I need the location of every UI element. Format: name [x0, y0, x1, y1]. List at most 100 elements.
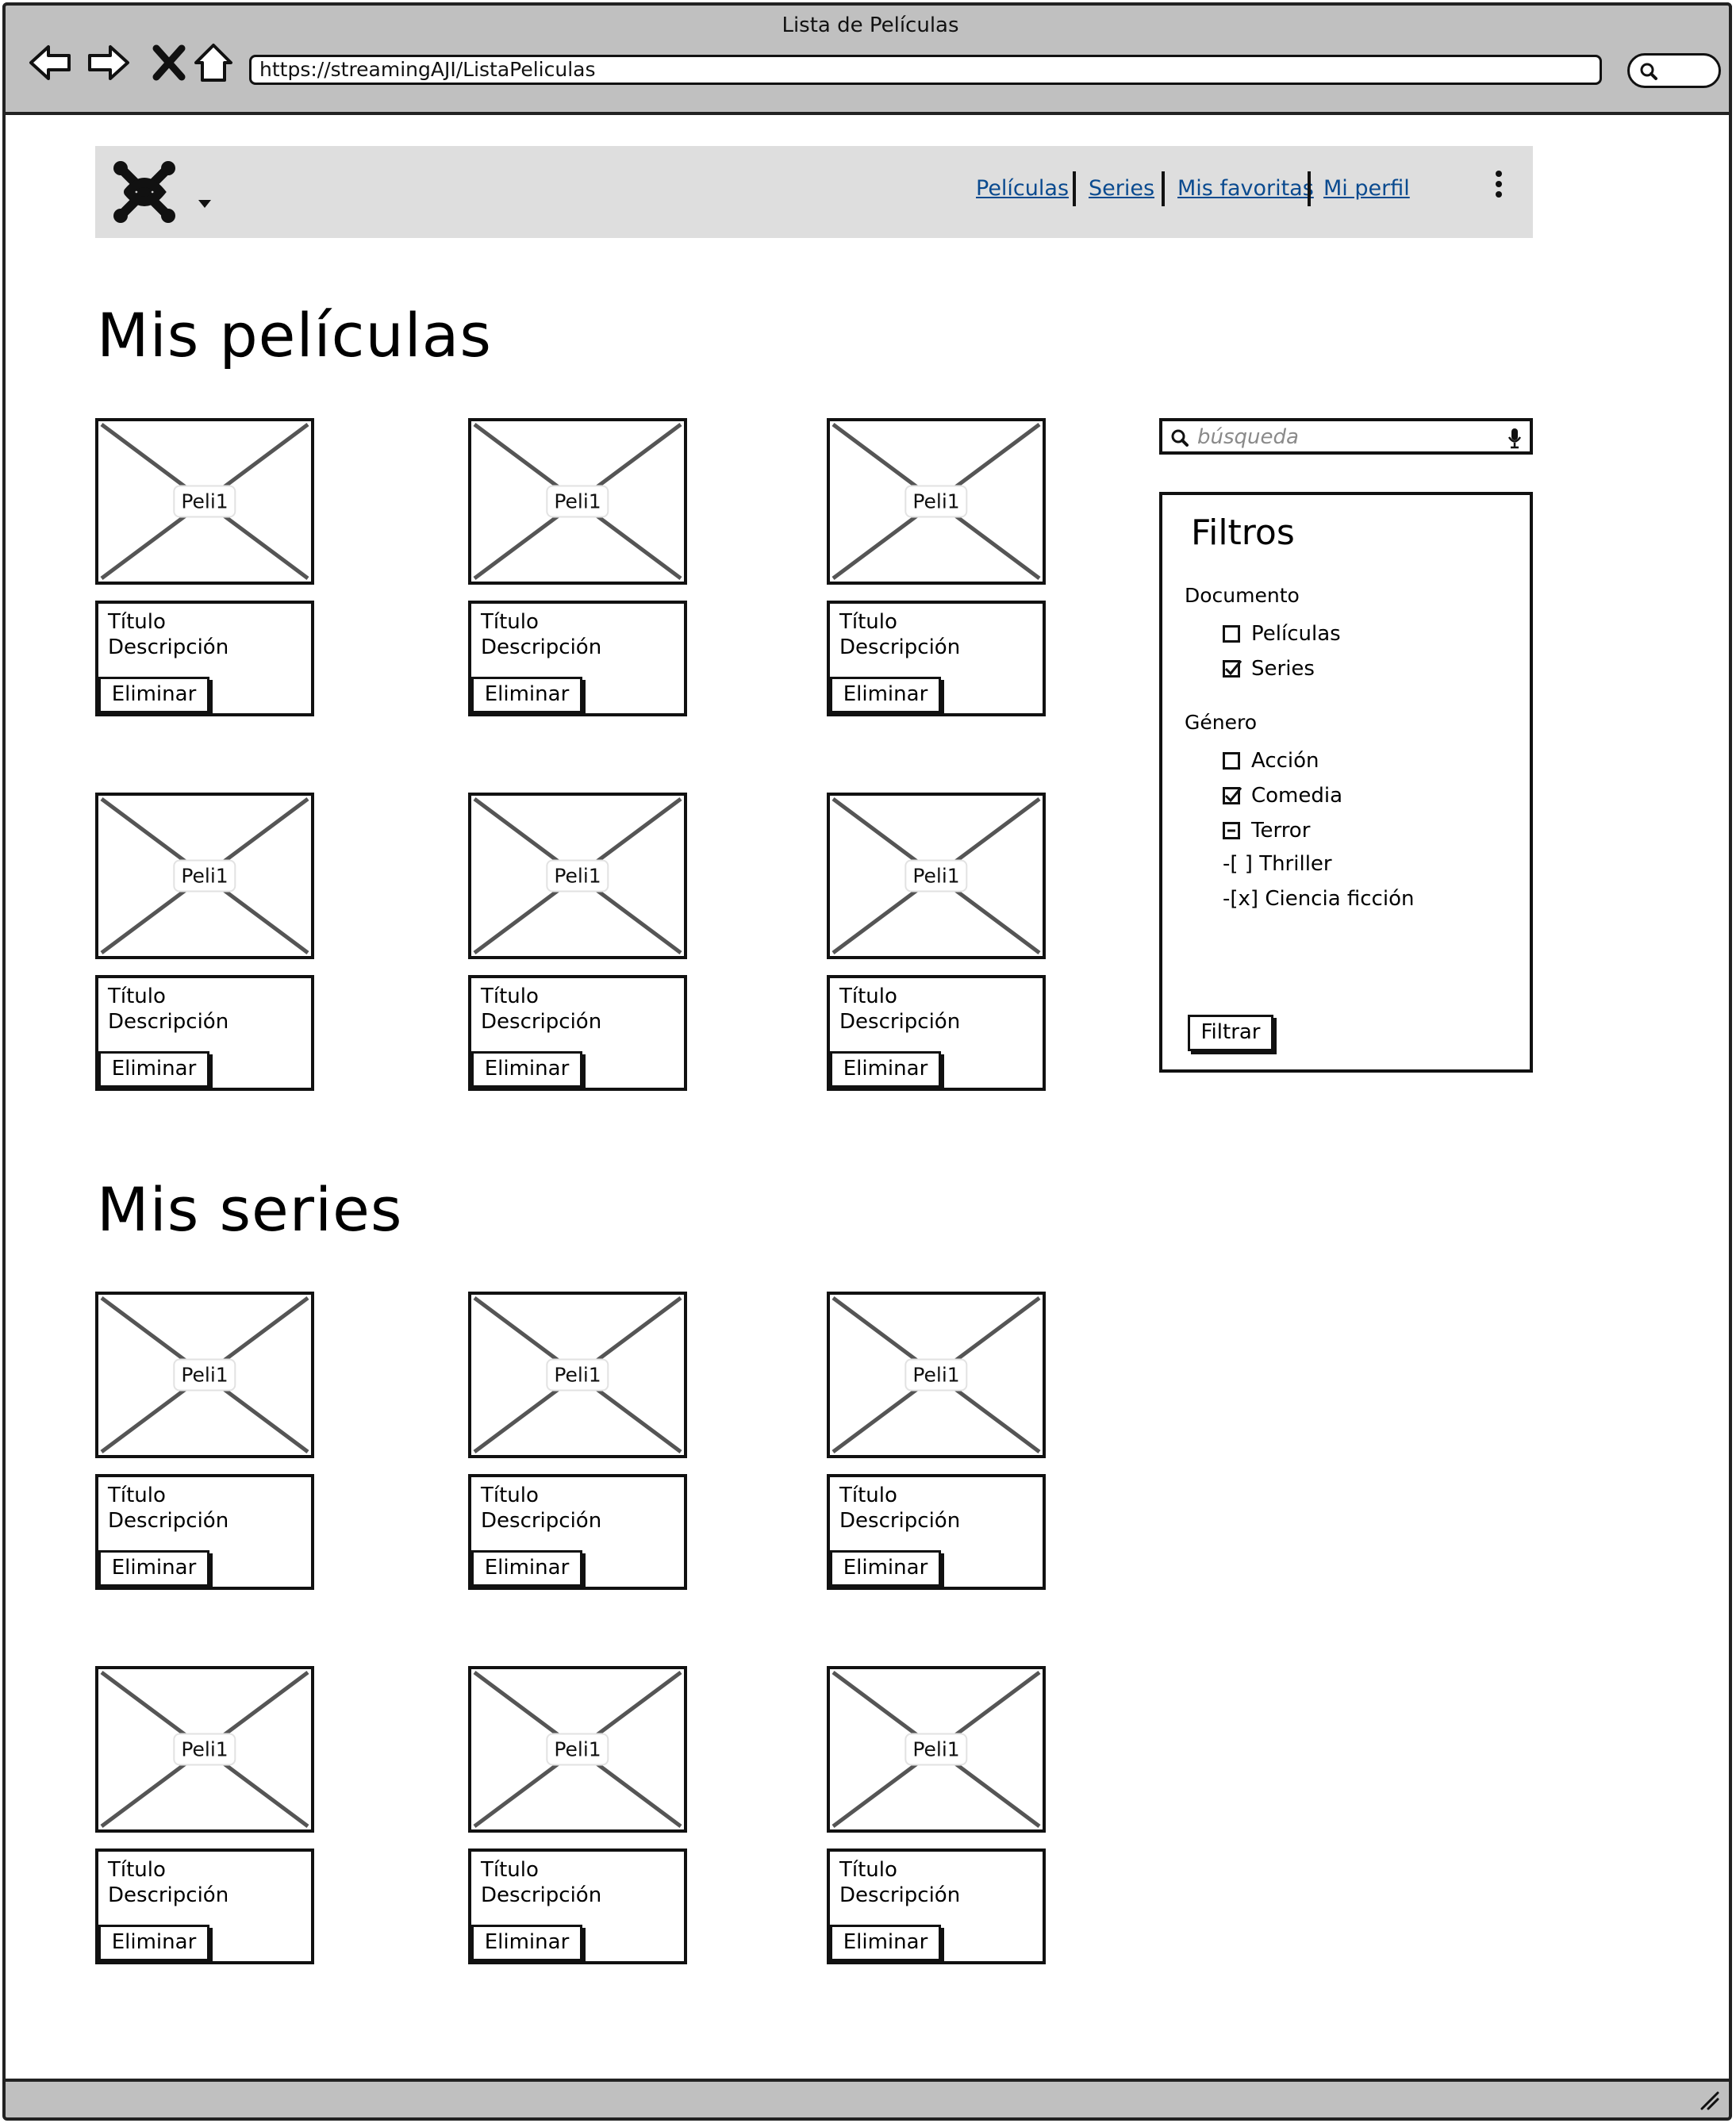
series-card-info: Título Descripción Eliminar: [827, 1474, 1046, 1590]
delete-button[interactable]: Eliminar: [471, 677, 582, 713]
nav-link-peliculas[interactable]: Películas: [976, 176, 1069, 201]
thumbnail-label: Peli1: [904, 859, 968, 893]
card-title: Título: [839, 1858, 897, 1882]
movie-thumbnail[interactable]: Peli1: [468, 793, 687, 959]
option-thriller[interactable]: -[ ] Thriller: [1223, 852, 1332, 876]
movie-card-info: Título Descripción Eliminar: [95, 975, 314, 1091]
thumbnail-label: Peli1: [173, 859, 236, 893]
card-title: Título: [108, 1858, 166, 1882]
series-thumbnail[interactable]: Peli1: [468, 1292, 687, 1458]
card-description: Descripción: [481, 1509, 602, 1533]
search-box[interactable]: [1159, 418, 1533, 455]
genre-group-label: Género: [1185, 711, 1258, 734]
kebab-menu-icon[interactable]: [1494, 170, 1504, 198]
series-thumbnail[interactable]: Peli1: [468, 1666, 687, 1833]
delete-button[interactable]: Eliminar: [471, 1925, 582, 1961]
card-title: Título: [481, 1484, 539, 1507]
checkbox-peliculas[interactable]: Películas: [1223, 622, 1341, 646]
delete-button[interactable]: Eliminar: [98, 1550, 209, 1587]
app-header: Películas Series Mis favoritas Mi perfil: [95, 146, 1533, 238]
series-section-title: Mis series: [97, 1174, 403, 1245]
nav-link-series[interactable]: Series: [1089, 176, 1154, 201]
movie-card-info: Título Descripción Eliminar: [95, 601, 314, 716]
card-title: Título: [839, 985, 897, 1008]
checkbox-unchecked-icon[interactable]: [1223, 752, 1240, 770]
nav-separator: [1073, 171, 1076, 206]
thumbnail-label: Peli1: [546, 485, 609, 518]
back-arrow-icon[interactable]: [26, 39, 74, 86]
search-input[interactable]: [1197, 423, 1499, 451]
thumbnail-label: Peli1: [546, 1358, 609, 1392]
series-thumbnail[interactable]: Peli1: [95, 1666, 314, 1833]
resize-grip-icon[interactable]: [1697, 2088, 1721, 2112]
microphone-icon[interactable]: [1507, 427, 1522, 449]
card-description: Descripción: [839, 635, 961, 659]
series-thumbnail[interactable]: Peli1: [827, 1292, 1046, 1458]
checkbox-accion[interactable]: Acción: [1223, 749, 1319, 773]
checkbox-label: Series: [1251, 657, 1315, 681]
delete-button[interactable]: Eliminar: [830, 1051, 941, 1088]
checkbox-terror[interactable]: Terror: [1223, 819, 1310, 843]
url-bar[interactable]: https://streamingAJI/ListaPeliculas: [249, 55, 1602, 85]
delete-button[interactable]: Eliminar: [98, 1925, 209, 1961]
thumbnail-label: Peli1: [904, 485, 968, 518]
nav-separator: [1308, 171, 1311, 206]
search-icon: [1171, 429, 1189, 447]
movie-thumbnail[interactable]: Peli1: [827, 793, 1046, 959]
delete-button[interactable]: Eliminar: [98, 1051, 209, 1088]
card-description: Descripción: [108, 1883, 229, 1907]
search-icon: [1640, 63, 1657, 80]
thumbnail-label: Peli1: [546, 859, 609, 893]
filter-button[interactable]: Filtrar: [1188, 1015, 1273, 1051]
checkbox-checked-icon[interactable]: [1223, 787, 1242, 804]
delete-button[interactable]: Eliminar: [830, 1550, 941, 1587]
browser-search-field[interactable]: [1627, 53, 1721, 88]
delete-button[interactable]: Eliminar: [471, 1051, 582, 1088]
logo-icon[interactable]: [109, 157, 179, 227]
delete-button[interactable]: Eliminar: [471, 1550, 582, 1587]
movies-section-title: Mis películas: [97, 300, 492, 370]
card-title: Título: [839, 610, 897, 634]
checkbox-series[interactable]: Series: [1223, 657, 1315, 681]
card-description: Descripción: [481, 1883, 602, 1907]
movie-thumbnail[interactable]: Peli1: [468, 418, 687, 585]
card-description: Descripción: [839, 1010, 961, 1034]
browser-titlebar: Lista de Películas https://streamingAJI/…: [2, 2, 1732, 115]
nav-link-mi-perfil[interactable]: Mi perfil: [1323, 176, 1410, 201]
delete-button[interactable]: Eliminar: [830, 677, 941, 713]
option-ciencia-ficcion[interactable]: -[x] Ciencia ficción: [1223, 887, 1414, 911]
nav-link-mis-favoritas[interactable]: Mis favoritas: [1177, 176, 1314, 201]
chevron-down-icon[interactable]: [197, 198, 213, 209]
series-thumbnail[interactable]: Peli1: [95, 1292, 314, 1458]
series-thumbnail[interactable]: Peli1: [827, 1666, 1046, 1833]
nav-separator: [1162, 171, 1165, 206]
delete-button[interactable]: Eliminar: [98, 677, 209, 713]
card-description: Descripción: [839, 1509, 961, 1533]
checkbox-checked-icon[interactable]: [1223, 660, 1242, 678]
movie-card-info: Título Descripción Eliminar: [468, 601, 687, 716]
filters-panel: Filtros Documento Películas Series Géner…: [1159, 492, 1533, 1073]
thumbnail-label: Peli1: [173, 485, 236, 518]
movie-thumbnail[interactable]: Peli1: [827, 418, 1046, 585]
browser-statusbar: [2, 2079, 1732, 2121]
checkbox-unchecked-icon[interactable]: [1223, 625, 1240, 643]
movie-thumbnail[interactable]: Peli1: [95, 793, 314, 959]
series-card-info: Título Descripción Eliminar: [468, 1474, 687, 1590]
movie-thumbnail[interactable]: Peli1: [95, 418, 314, 585]
checkbox-label: Acción: [1251, 749, 1319, 773]
movie-card-info: Título Descripción Eliminar: [827, 601, 1046, 716]
checkbox-indeterminate-icon[interactable]: [1223, 822, 1240, 839]
card-description: Descripción: [108, 635, 229, 659]
thumbnail-label: Peli1: [904, 1358, 968, 1392]
stop-icon[interactable]: [145, 39, 193, 86]
checkbox-label: Comedia: [1251, 784, 1343, 808]
checkbox-label: Películas: [1251, 622, 1341, 646]
checkbox-comedia[interactable]: Comedia: [1223, 784, 1342, 808]
delete-button[interactable]: Eliminar: [830, 1925, 941, 1961]
filters-title: Filtros: [1191, 513, 1295, 553]
card-title: Título: [108, 985, 166, 1008]
thumbnail-label: Peli1: [173, 1358, 236, 1392]
forward-arrow-icon[interactable]: [85, 39, 133, 86]
home-icon[interactable]: [190, 39, 237, 86]
card-title: Título: [108, 610, 166, 634]
